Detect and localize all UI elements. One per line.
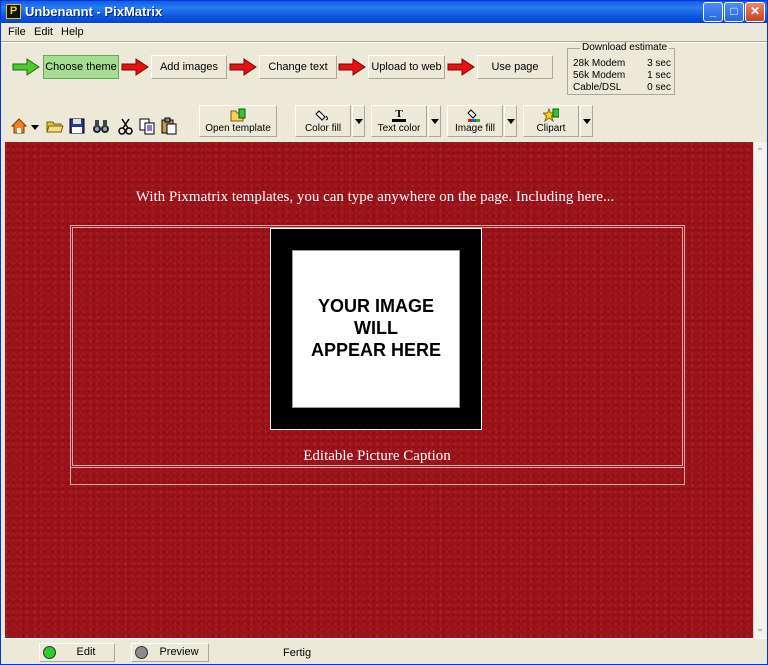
color-fill-dropdown-button[interactable] bbox=[352, 105, 365, 137]
red-arrow-icon bbox=[447, 58, 475, 76]
image-fill-icon bbox=[467, 109, 480, 122]
home-icon[interactable] bbox=[10, 117, 28, 135]
open-template-label: Open template bbox=[205, 123, 271, 134]
text-color-dropdown-button[interactable] bbox=[428, 105, 441, 137]
save-disk-icon[interactable] bbox=[68, 117, 86, 135]
color-fill-button[interactable]: Color fill bbox=[295, 105, 351, 137]
content-frame-footer[interactable] bbox=[70, 467, 685, 485]
step-add-images[interactable]: Add images bbox=[151, 55, 227, 79]
step-upload-to-web[interactable]: Upload to web bbox=[368, 55, 445, 79]
status-message: Fertig bbox=[283, 647, 312, 659]
image-placeholder-text: YOUR IMAGE WILL APPEAR HERE bbox=[293, 295, 459, 361]
menu-help[interactable]: Help bbox=[61, 26, 84, 38]
clipart-star-icon bbox=[543, 108, 559, 122]
download-estimate-panel: Download estimate 28k Modem 3 sec 56k Mo… bbox=[567, 42, 675, 95]
download-estimate-title: Download estimate bbox=[580, 42, 670, 53]
text-color-label: Text color bbox=[377, 123, 421, 134]
paste-icon[interactable] bbox=[160, 117, 178, 135]
scroll-down-button[interactable] bbox=[754, 624, 767, 638]
maximize-button[interactable]: □ bbox=[724, 2, 744, 22]
download-row: 28k Modem 3 sec bbox=[573, 58, 671, 69]
open-template-button[interactable]: Open template bbox=[199, 105, 277, 137]
svg-text:T: T bbox=[395, 108, 403, 120]
green-arrow-icon bbox=[12, 58, 40, 76]
text-color-icon: T bbox=[392, 108, 406, 122]
page-canvas[interactable]: With Pixmatrix templates, you can type a… bbox=[5, 142, 753, 638]
download-row-value: 3 sec bbox=[647, 58, 671, 69]
dropdown-arrow-icon[interactable] bbox=[29, 117, 41, 135]
download-row-label: 56k Modem bbox=[573, 70, 626, 81]
menu-file[interactable]: File bbox=[8, 26, 26, 38]
find-binoculars-icon[interactable] bbox=[92, 117, 110, 135]
minimize-button[interactable]: _ bbox=[703, 2, 723, 22]
wizard-bar: Choose theme Add images Change text Uplo… bbox=[1, 42, 767, 100]
download-row-label: Cable/DSL bbox=[573, 82, 622, 93]
preview-mode-button[interactable]: Preview bbox=[131, 643, 209, 662]
step-change-text[interactable]: Change text bbox=[259, 55, 337, 79]
image-fill-button[interactable]: Image fill bbox=[447, 105, 503, 137]
red-arrow-icon bbox=[121, 58, 149, 76]
preview-mode-label: Preview bbox=[159, 646, 199, 658]
menu-edit[interactable]: Edit bbox=[34, 26, 53, 38]
close-button[interactable]: ✕ bbox=[745, 2, 765, 22]
red-arrow-icon bbox=[338, 58, 366, 76]
image-placeholder-line: WILL bbox=[354, 318, 398, 338]
preview-indicator-icon bbox=[135, 646, 148, 659]
step-choose-theme[interactable]: Choose theme bbox=[43, 55, 119, 79]
scroll-up-button[interactable] bbox=[754, 142, 767, 156]
page-headline[interactable]: With Pixmatrix templates, you can type a… bbox=[5, 189, 745, 206]
clipart-label: Clipart bbox=[536, 123, 566, 134]
picture-caption[interactable]: Editable Picture Caption bbox=[5, 448, 749, 465]
copy-icon[interactable] bbox=[138, 117, 156, 135]
open-template-icon bbox=[230, 108, 246, 122]
open-folder-icon[interactable] bbox=[46, 117, 64, 135]
image-fill-dropdown-button[interactable] bbox=[504, 105, 517, 137]
edit-indicator-icon bbox=[43, 646, 56, 659]
image-placeholder-line: YOUR IMAGE bbox=[317, 296, 434, 316]
red-arrow-icon bbox=[229, 58, 257, 76]
cut-scissors-icon[interactable] bbox=[117, 117, 135, 135]
edit-mode-button[interactable]: Edit bbox=[39, 643, 115, 662]
image-placeholder[interactable]: YOUR IMAGE WILL APPEAR HERE bbox=[270, 228, 482, 430]
pixmatrix-app-icon: P bbox=[6, 4, 21, 19]
title-bar[interactable]: P Unbenannt - PixMatrix _ □ ✕ bbox=[1, 1, 767, 23]
edit-mode-label: Edit bbox=[76, 646, 96, 658]
color-fill-label: Color fill bbox=[304, 123, 342, 134]
status-bar: Edit Preview Fertig bbox=[1, 638, 767, 664]
clipart-button[interactable]: Clipart bbox=[523, 105, 579, 137]
menu-bar: File Edit Help bbox=[1, 23, 767, 42]
vertical-scrollbar[interactable] bbox=[753, 142, 767, 638]
app-window: P Unbenannt - PixMatrix _ □ ✕ File Edit … bbox=[0, 0, 768, 665]
paint-bucket-icon bbox=[315, 110, 328, 121]
download-row: Cable/DSL 0 sec bbox=[573, 82, 671, 93]
step-use-page[interactable]: Use page bbox=[477, 55, 553, 79]
download-row-value: 0 sec bbox=[647, 82, 671, 93]
toolbar: Open template Color fill T Text color Im… bbox=[1, 101, 767, 142]
download-row: 56k Modem 1 sec bbox=[573, 70, 671, 81]
window-title: Unbenannt - PixMatrix bbox=[25, 4, 163, 19]
text-color-button[interactable]: T Text color bbox=[371, 105, 427, 137]
download-row-label: 28k Modem bbox=[573, 58, 626, 69]
image-fill-label: Image fill bbox=[454, 123, 495, 134]
image-placeholder-line: APPEAR HERE bbox=[310, 340, 442, 360]
image-placeholder-inner: YOUR IMAGE WILL APPEAR HERE bbox=[292, 250, 460, 408]
download-row-value: 1 sec bbox=[647, 70, 671, 81]
clipart-dropdown-button[interactable] bbox=[580, 105, 593, 137]
